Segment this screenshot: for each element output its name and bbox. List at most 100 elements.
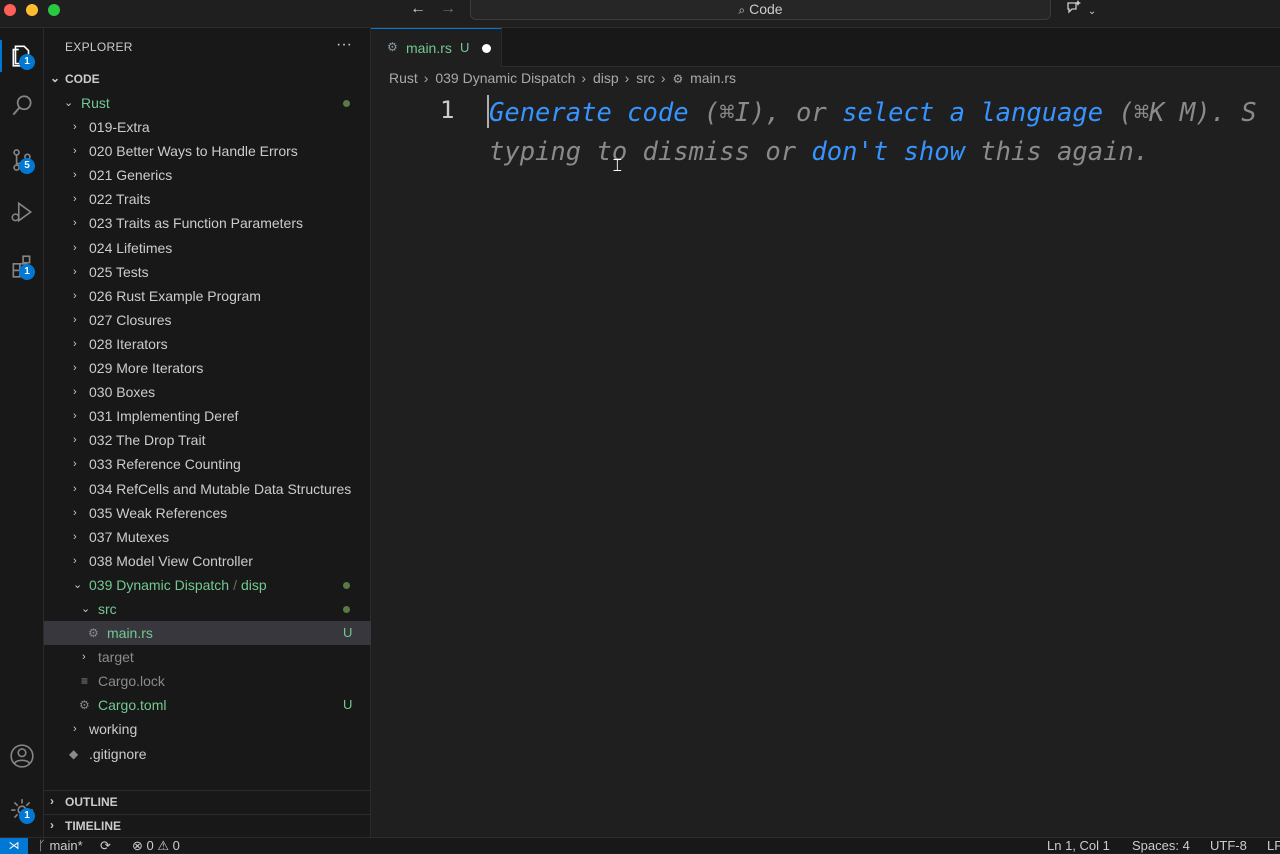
folder-label: 033 Reference Counting	[89, 456, 241, 473]
tree-file-main-rs[interactable]: ⚙ main.rs U	[44, 621, 371, 646]
arrow-left-icon[interactable]: ←	[410, 0, 426, 18]
extensions-view-button[interactable]: 1	[0, 244, 44, 288]
tree-folder-target[interactable]: › target	[44, 645, 371, 669]
folder-label: 029 More Iterators	[89, 360, 204, 377]
eol-status[interactable]: LF	[1267, 838, 1280, 854]
tree-folder[interactable]: › 037 Mutexes	[44, 525, 371, 549]
tab-main-rs[interactable]: ⚙ main.rs U	[371, 28, 502, 67]
breadcrumb-item[interactable]: main.rs	[690, 70, 736, 86]
chevron-right-icon: ›	[73, 121, 77, 134]
folder-label: 024 Lifetimes	[89, 239, 173, 256]
tree-folder[interactable]: › 023 Traits as Function Parameters	[44, 211, 371, 235]
breadcrumb-item[interactable]: Rust	[389, 70, 418, 86]
tree-folder[interactable]: › 032 The Drop Trait	[44, 428, 371, 452]
more-actions-icon[interactable]: ···	[336, 36, 352, 54]
git-file-icon: ◆	[69, 746, 79, 761]
search-view-button[interactable]	[0, 84, 44, 128]
tree-folder-039[interactable]: ⌄ 039 Dynamic Dispatch / disp	[44, 573, 371, 597]
warning-icon: ⚠	[157, 838, 170, 853]
chevron-right-icon: ›	[73, 145, 77, 158]
open-subfolder-name: disp	[240, 576, 267, 593]
tree-folder[interactable]: › 028 Iterators	[44, 332, 371, 356]
tree-file-gitignore[interactable]: ◆ .gitignore	[44, 742, 371, 766]
command-center-search[interactable]: ⌕ Code	[470, 0, 1051, 20]
rust-file-icon: ⚙	[387, 40, 398, 54]
remote-icon[interactable]: ⋊	[0, 838, 28, 854]
dont-show-link[interactable]: don't show	[811, 137, 965, 167]
tree-folder[interactable]: › 031 Implementing Deref	[44, 404, 371, 428]
tree-folder[interactable]: › 030 Boxes	[44, 380, 371, 404]
tree-folder[interactable]: › 025 Tests	[44, 260, 371, 284]
cursor-position[interactable]: Ln 1, Col 1	[1047, 838, 1110, 854]
folder-label: 026 Rust Example Program	[89, 287, 261, 304]
breadcrumb-item[interactable]: src	[636, 70, 655, 86]
line-number: 1	[440, 96, 455, 124]
tree-folder[interactable]: › 019-Extra	[44, 115, 371, 139]
tree-folder-src[interactable]: ⌄ src	[44, 597, 371, 621]
indentation-status[interactable]: Spaces: 4	[1132, 838, 1190, 854]
arrow-right-icon[interactable]: →	[440, 0, 456, 18]
copilot-menu-button[interactable]: ⌄	[1066, 0, 1096, 17]
account-icon	[10, 744, 34, 768]
problems-status[interactable]: ⊗ 0 ⚠ 0	[132, 838, 180, 854]
tree-folder[interactable]: › 020 Better Ways to Handle Errors	[44, 139, 371, 163]
tree-folder-working[interactable]: › working	[44, 717, 371, 741]
folder-label: 039 Dynamic Dispatch / disp	[89, 576, 267, 593]
workspace-section-header[interactable]: ⌄ CODE	[44, 68, 371, 90]
chevron-down-icon: ⌄	[1087, 6, 1097, 17]
chevron-down-icon: ⌄	[73, 578, 83, 591]
chevron-right-icon: ›	[660, 70, 666, 86]
tree-folder[interactable]: › 035 Weak References	[44, 501, 371, 525]
folder-label: 035 Weak References	[89, 504, 228, 521]
chevron-down-icon: ⌄	[81, 602, 91, 615]
open-folder-name: 039 Dynamic Dispatch	[89, 576, 230, 593]
minimize-window-button[interactable]	[26, 4, 38, 16]
error-icon: ⊗	[132, 838, 143, 853]
unsaved-dot-icon[interactable]	[482, 44, 491, 53]
warning-count: 0	[172, 838, 180, 853]
accounts-button[interactable]	[0, 734, 44, 778]
folder-label: 034 RefCells and Mutable Data Structures	[89, 480, 352, 497]
tree-folder[interactable]: › 022 Traits	[44, 187, 371, 211]
activity-bar: 1 5 1 1	[0, 28, 44, 837]
tree-folder[interactable]: › 024 Lifetimes	[44, 236, 371, 260]
file-label: Cargo.toml	[98, 697, 167, 714]
chevron-right-icon: ›	[73, 723, 77, 736]
encoding-status[interactable]: UTF-8	[1210, 838, 1247, 854]
chevron-right-icon: ›	[73, 169, 77, 182]
branch-status[interactable]: ᚴ main*	[38, 838, 83, 854]
generate-code-link[interactable]: Generate code	[489, 98, 689, 128]
chevron-right-icon: ›	[73, 337, 77, 350]
tree-folder[interactable]: › 029 More Iterators	[44, 356, 371, 380]
rust-file-icon: ⚙	[672, 72, 684, 86]
timeline-section-header[interactable]: › TIMELINE	[44, 814, 371, 836]
chevron-right-icon: ›	[50, 818, 54, 832]
tree-folder[interactable]: › 034 RefCells and Mutable Data Structure…	[44, 477, 371, 501]
chevron-right-icon: ›	[73, 362, 77, 375]
tree-folder[interactable]: › 038 Model View Controller	[44, 549, 371, 573]
close-window-button[interactable]	[4, 4, 16, 16]
select-language-link[interactable]: select a language	[842, 98, 1103, 128]
explorer-view-button[interactable]: 1	[0, 34, 44, 78]
explorer-title: EXPLORER	[65, 40, 133, 54]
tree-file-cargo-lock[interactable]: ≡ Cargo.lock	[44, 669, 371, 693]
tree-folder[interactable]: › 021 Generics	[44, 163, 371, 187]
folder-label: working	[89, 721, 138, 738]
tree-folder[interactable]: › 026 Rust Example Program	[44, 284, 371, 308]
code-editor[interactable]: 1 Generate code (⌘I), or select a langua…	[371, 90, 1280, 837]
chevron-right-icon: ›	[581, 70, 587, 86]
tree-folder[interactable]: › 033 Reference Counting	[44, 452, 371, 476]
settings-badge: 1	[19, 808, 35, 824]
tree-folder[interactable]: › 027 Closures	[44, 308, 371, 332]
outline-section-header[interactable]: › OUTLINE	[44, 790, 371, 812]
breadcrumb-item[interactable]: 039 Dynamic Dispatch	[435, 70, 575, 86]
manage-settings-button[interactable]: 1	[0, 788, 44, 832]
run-debug-view-button[interactable]	[0, 190, 44, 234]
maximize-window-button[interactable]	[48, 4, 60, 16]
hint-text: this again.	[964, 137, 1150, 167]
source-control-view-button[interactable]: 5	[0, 138, 44, 182]
breadcrumb-item[interactable]: disp	[593, 70, 619, 86]
sync-icon[interactable]: ⟳	[100, 838, 111, 854]
tree-folder-rust[interactable]: ⌄ Rust	[44, 91, 371, 115]
tree-file-cargo-toml[interactable]: ⚙ Cargo.toml U	[44, 693, 371, 717]
